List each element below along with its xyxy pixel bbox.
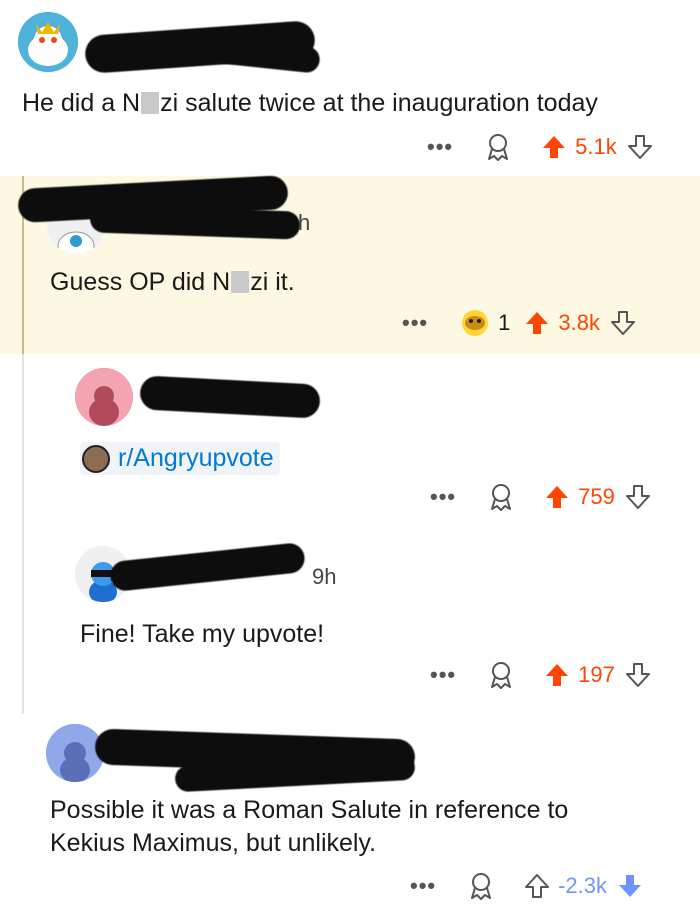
vote-count: 5.1k	[575, 134, 617, 159]
subreddit-link[interactable]: r/Angryupvote	[80, 442, 280, 475]
comment-4: 9h Fine! Take my upvote! ••• 197	[0, 526, 700, 716]
vote-count: 759	[578, 484, 615, 509]
comment-actions: ••• 5.1k	[427, 132, 653, 162]
vote-count: 3.8k	[558, 310, 600, 335]
blurred-text	[231, 271, 250, 293]
more-options-icon[interactable]: •••	[430, 486, 456, 508]
more-options-icon[interactable]: •••	[427, 136, 453, 158]
comment-5: Possible it was a Roman Salute in refere…	[0, 716, 700, 922]
award-icon[interactable]	[486, 660, 516, 690]
user-avatar-icon[interactable]	[18, 12, 78, 72]
more-options-icon[interactable]: •••	[430, 664, 456, 686]
comment-2: h Guess OP did Nzi it. ••• 1 3.8k	[0, 174, 700, 354]
upvote-arrow-icon[interactable]	[541, 134, 567, 160]
more-options-icon[interactable]: •••	[410, 875, 436, 897]
downvote-arrow-icon[interactable]	[625, 484, 651, 510]
comment-timestamp: 9h	[312, 564, 337, 589]
award-icon[interactable]	[486, 482, 516, 512]
upvote-arrow-icon[interactable]	[544, 484, 570, 510]
award-icon[interactable]	[483, 132, 513, 162]
comment-body-line: Kekius Maximus, but unlikely.	[50, 829, 377, 857]
redacted-username	[139, 375, 321, 419]
award-count: 1	[498, 310, 511, 335]
award-icon[interactable]	[466, 871, 496, 901]
more-options-icon[interactable]: •••	[402, 312, 428, 334]
subreddit-icon	[82, 444, 110, 473]
comment-actions: ••• -2.3k	[410, 871, 643, 901]
comment-actions: ••• 1 3.8k	[402, 308, 636, 338]
vote-count: -2.3k	[558, 873, 608, 898]
comment-3: r/Angryupvote ••• 759	[0, 354, 700, 524]
comment-1: He did a Nzi salute twice at the inaugur…	[0, 0, 700, 176]
user-avatar-icon[interactable]	[75, 368, 133, 426]
downvote-arrow-icon[interactable]	[617, 873, 643, 899]
downvote-arrow-icon[interactable]	[610, 310, 636, 336]
award-icon[interactable]	[458, 308, 492, 338]
comment-timestamp: h	[298, 210, 311, 235]
comment-body: Guess OP did Nzi it.	[50, 268, 295, 296]
comment-body: Fine! Take my upvote!	[80, 620, 325, 648]
comment-actions: ••• 759	[430, 482, 651, 512]
redacted-username	[108, 541, 307, 593]
comment-body: Possible it was a Roman Salute in refere…	[50, 794, 568, 860]
comment-actions: ••• 197	[430, 660, 651, 690]
upvote-arrow-icon[interactable]	[524, 873, 550, 899]
comment-body-line: Possible it was a Roman Salute in refere…	[50, 796, 569, 824]
downvote-arrow-icon[interactable]	[625, 662, 651, 688]
downvote-arrow-icon[interactable]	[627, 134, 653, 160]
upvote-arrow-icon[interactable]	[524, 310, 550, 336]
upvote-arrow-icon[interactable]	[544, 662, 570, 688]
redacted-username	[89, 204, 301, 240]
vote-count: 197	[578, 662, 615, 687]
blurred-text	[141, 92, 160, 114]
comment-body: He did a Nzi salute twice at the inaugur…	[22, 89, 598, 117]
